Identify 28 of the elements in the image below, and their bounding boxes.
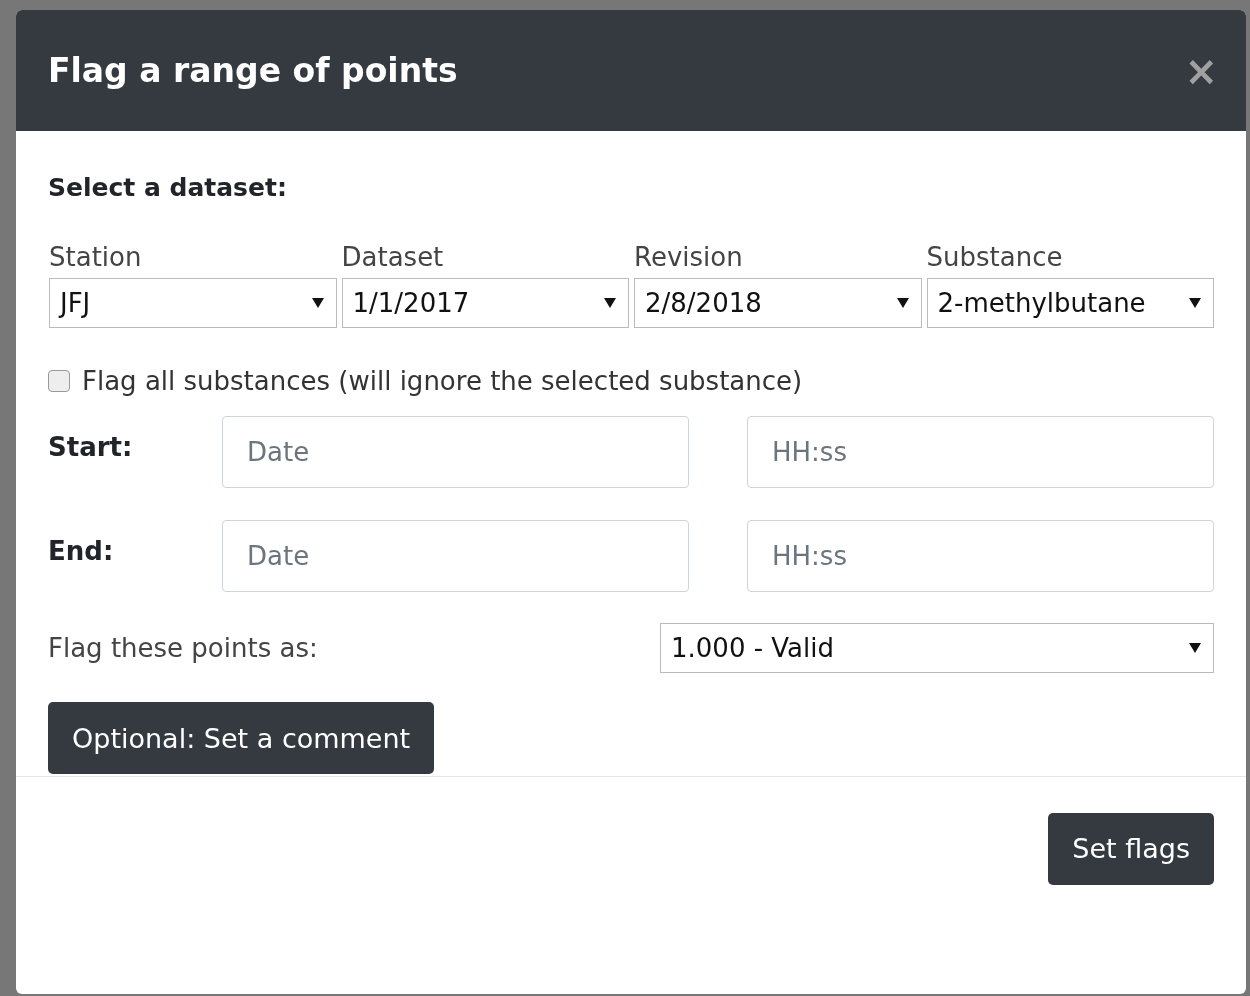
dropdown[interactable]: 2-methylbutane — [926, 278, 1214, 328]
input-field[interactable]: HH:ss — [747, 520, 1214, 592]
field-label: End: — [48, 535, 115, 568]
caret-icon — [311, 297, 324, 309]
field-label: Station — [49, 242, 143, 272]
dropdown[interactable]: 1/1/2017 — [341, 278, 629, 328]
caret-icon — [604, 297, 616, 309]
close-button[interactable]: × — [1178, 47, 1224, 94]
section-title: Select a dataset: — [48, 173, 288, 202]
field-label: Substance — [926, 242, 1064, 272]
comment-button[interactable]: Optional: Set a comment — [48, 702, 435, 774]
caret-icon — [1189, 642, 1201, 654]
field-label: Flag these points as: — [48, 633, 319, 663]
input-field[interactable]: Date — [222, 416, 689, 488]
input-field[interactable]: HH:ss — [747, 416, 1214, 488]
field-label: Revision — [634, 242, 744, 272]
dropdown[interactable]: 2/8/2018 — [634, 278, 922, 328]
field-label: Dataset — [341, 242, 445, 272]
checkbox-label: Flag all substances (will ignore the selected substance) — [82, 366, 803, 396]
input-field[interactable]: Date — [222, 520, 689, 592]
dropdown[interactable]: JFJ — [49, 278, 337, 328]
dropdown[interactable]: 1.000 - Valid — [660, 623, 1214, 673]
caret-icon — [1189, 297, 1201, 309]
dialog-title: Flag a range of points — [48, 51, 458, 90]
field-label: Start: — [48, 431, 134, 464]
caret-icon — [896, 297, 909, 309]
checkbox[interactable] — [48, 370, 70, 392]
submit-button[interactable]: Set flags — [1048, 812, 1214, 885]
